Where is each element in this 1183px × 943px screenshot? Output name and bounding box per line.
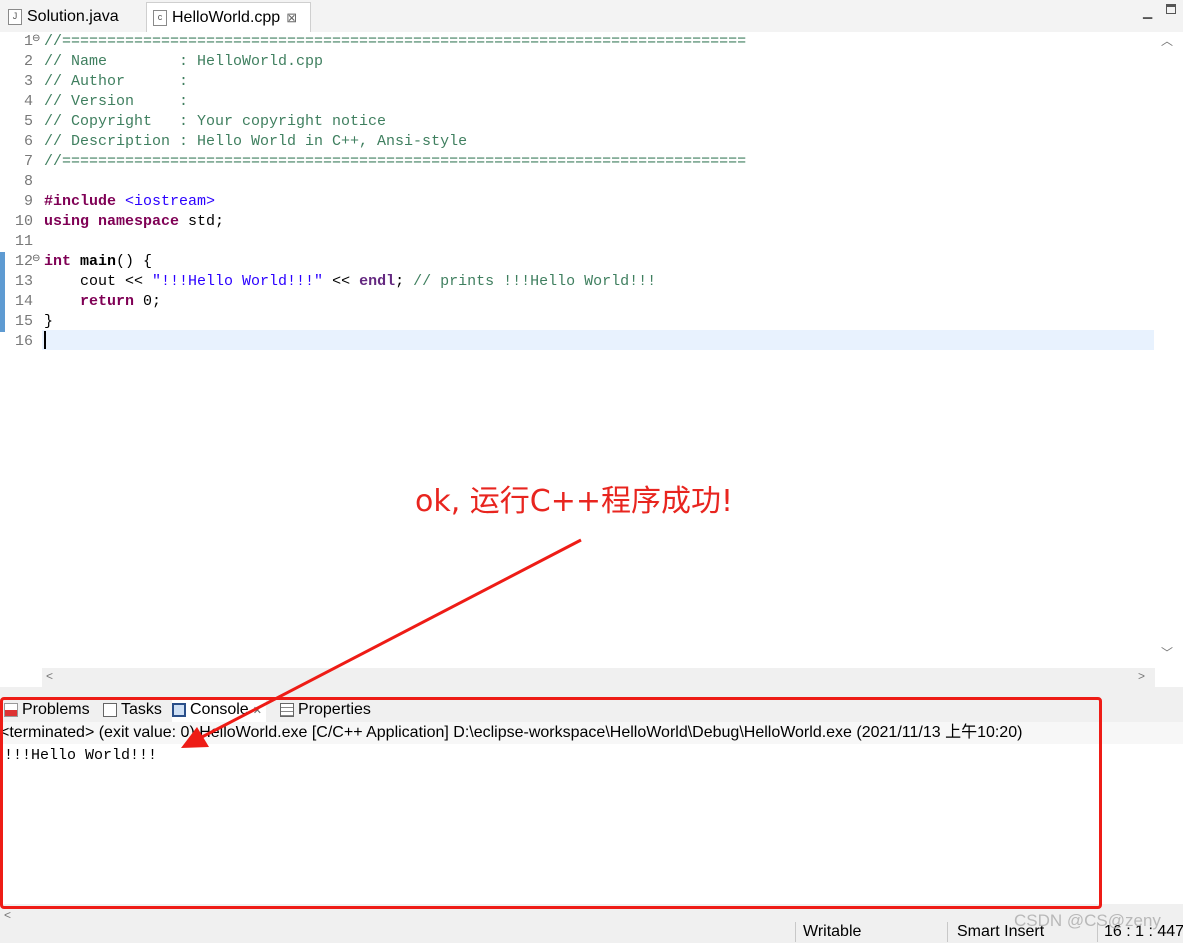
current-line-highlight xyxy=(42,330,1154,350)
code-line: } xyxy=(44,313,54,330)
tab-label: Properties xyxy=(298,701,371,718)
line-number: 3 xyxy=(23,73,33,90)
tab-label: HelloWorld.cpp xyxy=(172,8,281,26)
tab-label: Problems xyxy=(22,701,90,718)
code-line: // Author : xyxy=(44,73,189,90)
console-output-text: !!!Hello World!!! xyxy=(4,747,158,764)
code-token: cout << xyxy=(44,273,153,290)
writable-status: Writable xyxy=(803,923,862,940)
java-file-icon: J xyxy=(8,9,22,25)
console-output-area[interactable] xyxy=(0,744,1183,904)
keyword: return xyxy=(80,293,135,310)
string-literal: "!!!Hello World!!!" xyxy=(152,273,324,290)
code-line: //======================================… xyxy=(44,153,747,170)
tab-label: Tasks xyxy=(121,701,162,718)
console-process-description: <terminated> (exit value: 0) HelloWorld.… xyxy=(0,722,1183,745)
fold-icon[interactable]: ⊖ xyxy=(32,253,40,264)
minimize-icon[interactable]: ▁ xyxy=(1143,5,1155,19)
endl-token: endl xyxy=(359,273,396,290)
close-icon[interactable]: ⊠ xyxy=(286,10,297,26)
code-token: ; xyxy=(395,273,414,290)
line-number: 4 xyxy=(23,93,33,110)
status-bar: < Writable Smart Insert 16 : 1 : 447 xyxy=(0,908,1183,943)
line-number: 2 xyxy=(23,53,33,70)
line-number-gutter: 1 ⊖ 2 3 4 5 6 7 8 9 10 11 12 ⊖ 13 14 15 … xyxy=(0,32,42,670)
line-number: 8 xyxy=(23,173,33,190)
line-number: 12 xyxy=(14,253,33,270)
keyword: int xyxy=(44,253,72,270)
code-line: int main() { xyxy=(44,252,152,272)
scroll-right-icon[interactable]: > xyxy=(1138,669,1145,683)
keyword: using xyxy=(44,213,90,230)
console-icon xyxy=(172,703,186,717)
preprocessor-directive: #include xyxy=(44,193,117,210)
annotation-text: ok, 运行C++程序成功! xyxy=(415,484,734,519)
tab-properties[interactable]: Properties xyxy=(280,698,371,722)
code-token: 0; xyxy=(134,293,162,310)
tab-helloworld-cpp[interactable]: c HelloWorld.cpp ⊠ xyxy=(146,2,311,32)
vertical-scrollbar[interactable]: ︿ ﹀ xyxy=(1155,32,1183,670)
keyword: namespace xyxy=(98,213,180,230)
problems-icon xyxy=(4,703,18,717)
code-token: () { xyxy=(116,253,153,270)
include-header: <iostream> xyxy=(125,193,216,210)
line-number: 10 xyxy=(14,213,33,230)
line-number: 11 xyxy=(14,233,33,250)
code-line: return 0; xyxy=(44,292,161,312)
scroll-up-icon[interactable]: ︿ xyxy=(1161,32,1173,49)
text-caret xyxy=(44,331,46,349)
scroll-left-icon[interactable]: < xyxy=(46,669,53,683)
tab-tasks[interactable]: Tasks xyxy=(103,698,162,722)
line-number: 1 xyxy=(23,33,33,50)
line-number: 9 xyxy=(23,193,33,210)
code-token: << xyxy=(323,273,360,290)
line-number: 13 xyxy=(14,273,33,290)
code-line: // Copyright : Your copyright notice xyxy=(44,113,387,130)
maximize-icon[interactable] xyxy=(1166,4,1176,14)
line-number: 5 xyxy=(23,113,33,130)
line-number: 16 xyxy=(14,333,33,350)
code-token: std; xyxy=(179,213,225,230)
properties-icon xyxy=(280,703,294,717)
watermark: CSDN @CS@zeny xyxy=(1014,911,1161,930)
line-number: 14 xyxy=(14,293,33,310)
tab-problems[interactable]: Problems xyxy=(4,698,90,722)
code-line: cout << "!!!Hello World!!!" << endl; // … xyxy=(44,272,656,292)
tasks-icon xyxy=(103,703,117,717)
cpp-file-icon: c xyxy=(153,9,167,26)
scroll-left-icon[interactable]: < xyxy=(4,908,11,922)
code-line: using namespace std; xyxy=(44,212,224,232)
line-number: 15 xyxy=(14,313,33,330)
horizontal-scrollbar[interactable]: < > xyxy=(42,668,1155,688)
fold-icon[interactable]: ⊖ xyxy=(32,33,40,44)
code-line: //======================================… xyxy=(44,33,747,50)
tab-label: Console xyxy=(190,701,249,718)
status-separator xyxy=(795,922,796,942)
code-line: // Version : xyxy=(44,93,189,110)
tab-label: Solution.java xyxy=(27,8,119,25)
code-line: #include <iostream> xyxy=(44,192,215,212)
close-icon[interactable]: ✕ xyxy=(253,704,262,717)
editor-tab-bar: J Solution.java c HelloWorld.cpp ⊠ ▁ xyxy=(0,0,1183,33)
function-name: main xyxy=(80,253,117,270)
code-line: // Name : HelloWorld.cpp xyxy=(44,53,324,70)
line-number: 6 xyxy=(23,133,33,150)
panel-tab-bar: Problems Tasks Console ✕ Properties xyxy=(0,698,1183,722)
tab-solution-java[interactable]: J Solution.java xyxy=(2,2,142,32)
inline-comment: // prints !!!Hello World!!! xyxy=(413,273,657,290)
status-separator xyxy=(947,922,948,942)
code-line: // Description : Hello World in C++, Ans… xyxy=(44,133,468,150)
tab-console[interactable]: Console ✕ xyxy=(172,698,266,722)
scroll-down-icon[interactable]: ﹀ xyxy=(1161,644,1173,661)
line-number: 7 xyxy=(23,153,33,170)
